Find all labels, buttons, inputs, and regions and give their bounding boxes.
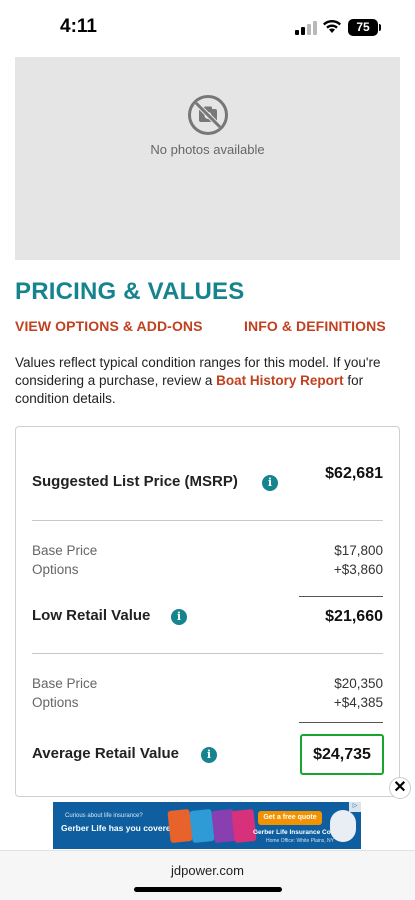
browser-url-bar[interactable]: jdpower.com (0, 850, 415, 900)
battery-icon: 75 (348, 19, 378, 36)
msrp-value: $62,681 (325, 465, 383, 482)
msrp-info-icon[interactable]: i (262, 475, 278, 491)
low-retail-info-icon[interactable]: i (171, 609, 187, 625)
boat-history-report-link[interactable]: Boat History Report (216, 373, 344, 388)
ad-office: Home Office: White Plains, NY (266, 838, 334, 844)
cellular-signal-icon (295, 21, 317, 35)
low-base-price-label: Base Price (32, 543, 98, 558)
avg-base-price-label: Base Price (32, 676, 98, 691)
ad-headline: Gerber Life has you covered (61, 823, 176, 833)
avg-options-label: Options (32, 695, 79, 710)
pricing-values-title: PRICING & VALUES (15, 278, 245, 305)
ad-card-graphic (231, 808, 257, 844)
battery-tip (379, 24, 381, 31)
low-retail-value: $21,660 (325, 608, 383, 625)
info-definitions-link[interactable]: INFO & DEFINITIONS (244, 318, 386, 334)
ad-banner[interactable]: Curious about life insurance? Gerber Lif… (53, 802, 361, 849)
low-retail-label: Low Retail Value (32, 607, 151, 624)
pricing-card: Suggested List Price (MSRP) i $62,681 Ba… (15, 426, 400, 797)
wifi-icon (323, 19, 341, 33)
ad-choices-icon[interactable]: ▷ (349, 802, 361, 812)
ad-small-text: Curious about life insurance? (65, 813, 143, 819)
low-options-value: +$3,860 (333, 562, 383, 577)
status-bar: 4:11 75 (0, 0, 415, 56)
average-retail-info-icon[interactable]: i (201, 747, 217, 763)
photo-placeholder: No photos available (15, 57, 400, 260)
view-options-link[interactable]: VIEW OPTIONS & ADD-ONS (15, 318, 203, 334)
ad-baby-image (330, 810, 356, 842)
url-text[interactable]: jdpower.com (0, 863, 415, 878)
divider (32, 520, 383, 521)
close-ad-button[interactable]: ✕ (389, 777, 411, 799)
no-photo-icon (188, 95, 228, 135)
avg-base-price-value: $20,350 (334, 676, 383, 691)
low-options-label: Options (32, 562, 79, 577)
low-sum-rule (299, 596, 383, 597)
no-photos-text: No photos available (150, 142, 265, 157)
average-retail-label: Average Retail Value (32, 745, 180, 762)
status-time: 4:11 (60, 16, 97, 37)
msrp-label: Suggested List Price (MSRP) (32, 473, 238, 490)
home-indicator[interactable] (134, 887, 282, 892)
low-base-price-value: $17,800 (334, 543, 383, 558)
intro-text: Values reflect typical condition ranges … (15, 354, 405, 408)
ad-cta-button[interactable]: Get a free quote (258, 811, 322, 825)
avg-options-value: +$4,385 (333, 695, 383, 710)
divider (32, 653, 383, 654)
average-retail-value: $24,735 (300, 734, 384, 775)
avg-sum-rule (299, 722, 383, 723)
